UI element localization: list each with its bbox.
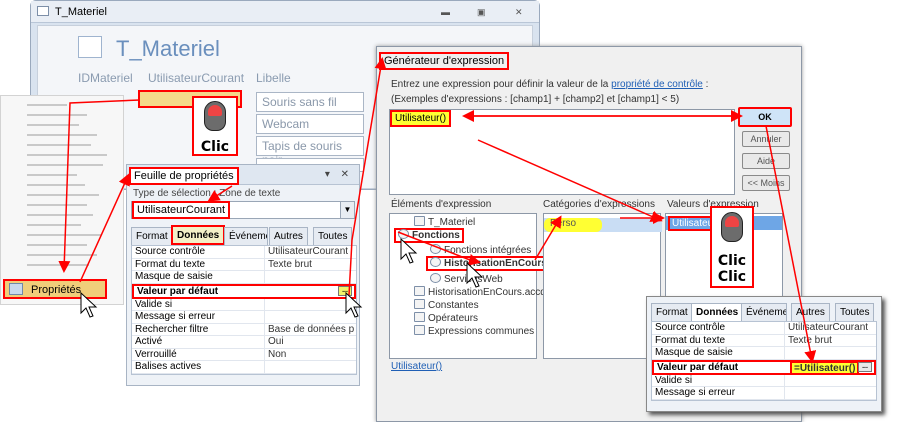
annotation-arrows (58, 57, 817, 363)
cursor-icon (400, 238, 418, 264)
cursor-icon (80, 292, 98, 318)
cursor-icon (345, 292, 363, 318)
cursor-icon (466, 262, 484, 288)
